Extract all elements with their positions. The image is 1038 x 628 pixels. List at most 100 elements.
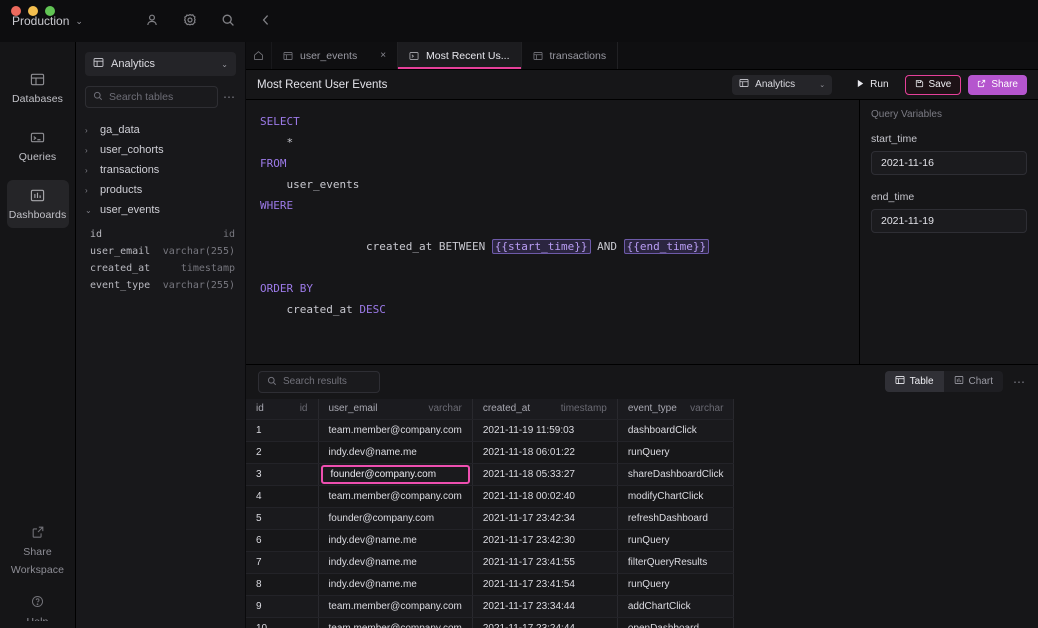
external-link-icon [31, 525, 45, 540]
variable-input-end-time[interactable]: 2021-11-19 [871, 209, 1027, 233]
table-cell-created_at[interactable]: 2021-11-17 23:42:30 [472, 530, 617, 552]
table-cell-id[interactable]: 9 [246, 596, 318, 618]
search-tables-input[interactable] [109, 91, 210, 103]
view-mode-chart[interactable]: Chart [944, 371, 1003, 392]
column-header-type: timestamp [561, 403, 607, 414]
table-cell-event_type[interactable]: dashboardClick [617, 420, 734, 442]
help-button[interactable]: Help [7, 587, 69, 628]
table-item-ga_data[interactable]: › ga_data [76, 120, 245, 140]
table-cell-user_email[interactable]: team.member@company.com [318, 596, 472, 618]
table-cell-created_at[interactable]: 2021-11-17 23:42:34 [472, 508, 617, 530]
settings-gear-icon[interactable] [183, 13, 197, 27]
search-icon[interactable] [221, 13, 235, 27]
table-cell-id[interactable]: 1 [246, 420, 318, 442]
table-row[interactable]: 8indy.dev@name.me2021-11-17 23:41:54runQ… [246, 574, 734, 596]
table-row[interactable]: 9team.member@company.com2021-11-17 23:34… [246, 596, 734, 618]
table-row[interactable]: 3founder@company.com2021-11-18 05:33:27s… [246, 464, 734, 486]
sidebar-item-queries[interactable]: Queries [7, 122, 69, 170]
table-cell-event_type[interactable]: addChartClick [617, 596, 734, 618]
table-cell-user_email[interactable]: indy.dev@name.me [318, 552, 472, 574]
table-cell-id[interactable]: 10 [246, 618, 318, 628]
table-cell-user_email[interactable]: team.member@company.com [318, 486, 472, 508]
database-selector[interactable]: Analytics ⌄ [85, 52, 236, 76]
table-cell-id[interactable]: 6 [246, 530, 318, 552]
view-mode-chart-label: Chart [969, 376, 993, 387]
schema-more-icon[interactable]: ⋯ [223, 90, 236, 104]
table-row[interactable]: 5founder@company.com2021-11-17 23:42:34r… [246, 508, 734, 530]
sql-editor[interactable]: SELECT * FROM user_events WHERE created_… [246, 100, 860, 364]
table-cell-user_email[interactable]: indy.dev@name.me [318, 574, 472, 596]
collapse-chevron-icon[interactable] [259, 13, 273, 27]
table-cell-event_type[interactable]: refreshDashboard [617, 508, 734, 530]
table-cell-event_type[interactable]: modifyChartClick [617, 486, 734, 508]
column-header-user_email[interactable]: user_email varchar [318, 399, 472, 420]
sql-variable-start-time[interactable]: {{start_time}} [492, 239, 591, 254]
table-row[interactable]: 4team.member@company.com2021-11-18 00:02… [246, 486, 734, 508]
table-cell-user_email[interactable]: indy.dev@name.me [318, 530, 472, 552]
workspace-switcher[interactable]: Production ⌄ [12, 14, 83, 28]
results-table-wrapper[interactable]: id id user_email varchar created_at time… [246, 399, 1038, 628]
table-cell-user_email[interactable]: team.member@company.com [318, 618, 472, 628]
table-cell-id[interactable]: 4 [246, 486, 318, 508]
sql-variable-end-time[interactable]: {{end_time}} [624, 239, 709, 254]
table-cell-created_at[interactable]: 2021-11-18 05:33:27 [472, 464, 617, 486]
share-button[interactable]: Share [968, 75, 1027, 95]
share-workspace-button[interactable]: Share Workspace [7, 517, 69, 583]
table-cell-event_type[interactable]: runQuery [617, 530, 734, 552]
home-tab-button[interactable] [246, 42, 272, 69]
search-results-input[interactable] [283, 376, 371, 387]
table-item-user_events[interactable]: ⌄ user_events [76, 200, 245, 220]
table-cell-id[interactable]: 7 [246, 552, 318, 574]
table-row[interactable]: 1team.member@company.com2021-11-19 11:59… [246, 420, 734, 442]
table-cell-user_email[interactable]: founder@company.com [318, 464, 472, 486]
table-cell-created_at[interactable]: 2021-11-18 00:02:40 [472, 486, 617, 508]
table-cell-event_type[interactable]: shareDashboardClick [617, 464, 734, 486]
query-database-selector[interactable]: Analytics ⌄ [732, 75, 832, 95]
search-icon [93, 88, 103, 106]
table-cell-created_at[interactable]: 2021-11-17 23:34:44 [472, 596, 617, 618]
table-cell-id[interactable]: 5 [246, 508, 318, 530]
table-cell-id[interactable]: 3 [246, 464, 318, 486]
table-row[interactable]: 6indy.dev@name.me2021-11-17 23:42:30runQ… [246, 530, 734, 552]
table-cell-created_at[interactable]: 2021-11-17 23:24:44 [472, 618, 617, 628]
save-button[interactable]: Save [905, 75, 962, 95]
sidebar-item-dashboards[interactable]: Dashboards [7, 180, 69, 228]
query-database-name: Analytics [755, 79, 813, 90]
results-more-icon[interactable]: ⋯ [1013, 375, 1026, 389]
tab-close-icon[interactable]: × [380, 50, 386, 61]
table-row[interactable]: 10team.member@company.com2021-11-17 23:2… [246, 618, 734, 628]
column-header-id[interactable]: id id [246, 399, 318, 420]
table-cell-created_at[interactable]: 2021-11-17 23:41:55 [472, 552, 617, 574]
tab-user_events[interactable]: user_events × [272, 42, 398, 69]
column-header-created_at[interactable]: created_at timestamp [472, 399, 617, 420]
column-header-event_type[interactable]: event_type varchar [617, 399, 734, 420]
editor-area: SELECT * FROM user_events WHERE created_… [246, 100, 1038, 365]
table-cell-user_email[interactable]: team.member@company.com [318, 420, 472, 442]
table-row[interactable]: 2indy.dev@name.me2021-11-18 06:01:22runQ… [246, 442, 734, 464]
table-cell-event_type[interactable]: runQuery [617, 442, 734, 464]
variable-input-start-time[interactable]: 2021-11-16 [871, 151, 1027, 175]
table-cell-created_at[interactable]: 2021-11-19 11:59:03 [472, 420, 617, 442]
run-button[interactable]: Run [847, 75, 897, 95]
table-cell-event_type[interactable]: filterQueryResults [617, 552, 734, 574]
table-cell-user_email[interactable]: founder@company.com [318, 508, 472, 530]
table-cell-event_type[interactable]: openDashboard [617, 618, 734, 628]
table-item-user_cohorts[interactable]: › user_cohorts [76, 140, 245, 160]
search-results-box[interactable] [258, 371, 380, 393]
app-body: Databases Queries Dashboards [0, 42, 1038, 628]
tab-most-recent-user-events[interactable]: Most Recent Us... [398, 42, 521, 69]
sidebar-item-databases[interactable]: Databases [7, 64, 69, 112]
table-cell-id[interactable]: 8 [246, 574, 318, 596]
table-row[interactable]: 7indy.dev@name.me2021-11-17 23:41:55filt… [246, 552, 734, 574]
tab-transactions[interactable]: transactions [522, 42, 619, 69]
table-item-products[interactable]: › products [76, 180, 245, 200]
table-item-transactions[interactable]: › transactions [76, 160, 245, 180]
account-icon[interactable] [145, 13, 159, 27]
search-tables-box[interactable] [85, 86, 218, 108]
table-cell-event_type[interactable]: runQuery [617, 574, 734, 596]
view-mode-table[interactable]: Table [885, 371, 944, 392]
table-cell-created_at[interactable]: 2021-11-17 23:41:54 [472, 574, 617, 596]
table-cell-created_at[interactable]: 2021-11-18 06:01:22 [472, 442, 617, 464]
table-cell-id[interactable]: 2 [246, 442, 318, 464]
table-cell-user_email[interactable]: indy.dev@name.me [318, 442, 472, 464]
